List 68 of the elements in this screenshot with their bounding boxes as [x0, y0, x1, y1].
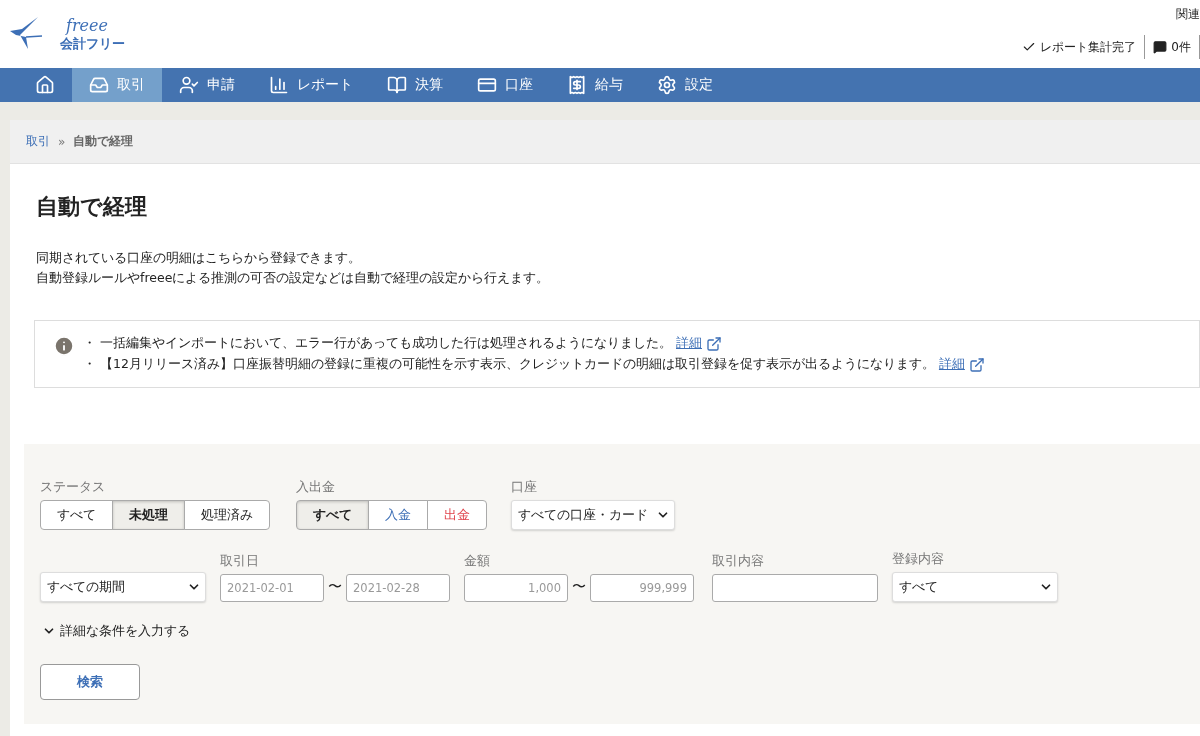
date-to-field[interactable]: 2021-02-28: [346, 574, 450, 602]
report-status: レポート集計完了: [1040, 38, 1137, 56]
field-label: 取引日: [220, 552, 260, 570]
receipt-icon: [567, 75, 587, 95]
nav-label: レポート: [297, 76, 353, 94]
account-select[interactable]: すべての口座・カード: [511, 500, 675, 530]
direction-option[interactable]: 出金: [427, 500, 487, 530]
nav-tab[interactable]: 申請: [162, 68, 252, 102]
field-label: 金額: [464, 552, 491, 570]
book-icon: [387, 75, 407, 95]
field-label: 口座: [511, 478, 538, 496]
range-separator: 〜: [572, 578, 586, 596]
breadcrumb-current: 自動で経理: [73, 133, 134, 150]
date-from-field[interactable]: 2021-02-01: [220, 574, 324, 602]
bullet: ・: [83, 335, 96, 352]
description-field[interactable]: [712, 574, 878, 602]
nav-label: 取引: [117, 76, 145, 94]
status-option[interactable]: 処理済み: [184, 500, 270, 530]
external-link-icon: [706, 335, 722, 352]
bar-chart-icon: [269, 75, 289, 95]
comment-count[interactable]: 0件: [1171, 38, 1191, 56]
range-separator: 〜: [328, 578, 342, 596]
nav-tab[interactable]: 設定: [640, 68, 730, 102]
registration-select[interactable]: すべて: [892, 572, 1058, 602]
external-link-icon: [968, 356, 985, 373]
amount-to-field[interactable]: 999,999: [590, 574, 694, 602]
nav-label: 申請: [207, 76, 235, 94]
nav-label: 決算: [415, 76, 443, 94]
amount-from-field[interactable]: 1,000: [464, 574, 568, 602]
direction-option[interactable]: 入金: [368, 500, 428, 530]
nav-tab[interactable]: 決算: [370, 68, 460, 102]
credit-card-icon: [477, 75, 497, 95]
page-title: 自動で経理: [36, 193, 148, 221]
nav-tab[interactable]: レポート: [252, 68, 370, 102]
check-icon: [1022, 40, 1037, 54]
field-label: 取引内容: [712, 552, 765, 570]
period-select[interactable]: すべての期間: [40, 572, 206, 602]
comment-icon: [1153, 40, 1168, 54]
notice-text: 【12月リリース済み】口座振替明細の登録に重複の可能性を示す表示、クレジットカードの明細は取引登録を促す表示が出るようになります。: [100, 356, 935, 373]
nav-tab[interactable]: 給与: [550, 68, 640, 102]
details-link[interactable]: 詳細: [676, 335, 702, 352]
logo-text: 会計フリー: [60, 35, 125, 53]
nav-label: 給与: [595, 76, 623, 94]
bullet: ・: [83, 356, 96, 373]
field-label: 登録内容: [892, 550, 945, 568]
related-link[interactable]: 関連: [1176, 6, 1200, 23]
status-option[interactable]: 未処理: [112, 500, 185, 530]
description-text: 自動登録ルールやfreeeによる推測の可否の設定などは自動で経理の設定から行えます。: [36, 269, 551, 287]
search-button[interactable]: 検索: [40, 664, 140, 700]
inbox-icon: [89, 75, 109, 95]
home-icon: [35, 75, 55, 95]
advanced-toggle[interactable]: 詳細な条件を入力する: [42, 622, 190, 640]
description-text: 同期されている口座の明細はこちらから登録できます。: [36, 249, 362, 267]
status-option[interactable]: すべて: [40, 500, 113, 530]
direction-option[interactable]: すべて: [296, 500, 369, 530]
nav-label: 設定: [685, 76, 713, 94]
breadcrumb-link[interactable]: 取引: [26, 133, 50, 150]
details-link[interactable]: 詳細: [938, 356, 965, 373]
info-icon: [53, 335, 75, 357]
user-check-icon: [179, 75, 199, 95]
logo-script: freee: [66, 15, 109, 35]
field-label: ステータス: [40, 478, 106, 496]
settings-icon: [657, 75, 677, 95]
nav-tab[interactable]: 口座: [460, 68, 550, 102]
notice-text: 一括編集やインポートにおいて、エラー行があっても成功した行は処理されるようになりました。: [100, 335, 672, 352]
nav-label: 口座: [505, 76, 533, 94]
breadcrumb-separator: »: [58, 134, 66, 149]
field-label: 入出金: [296, 478, 336, 496]
